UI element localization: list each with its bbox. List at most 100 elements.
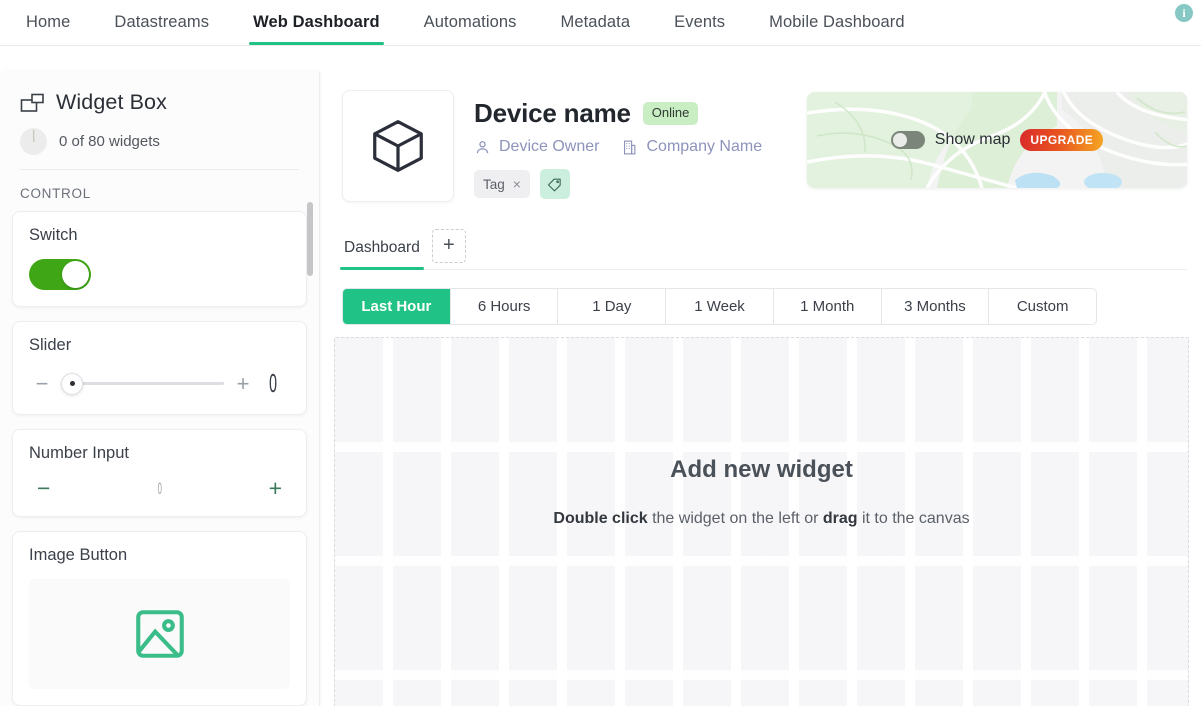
range-custom[interactable]: Custom — [989, 289, 1096, 324]
widget-card-slider[interactable]: Slider − + 0 — [12, 321, 307, 415]
upgrade-button[interactable]: UPGRADE — [1020, 129, 1104, 151]
nav-label: Mobile Dashboard — [769, 12, 905, 31]
info-glyph: i — [1182, 5, 1186, 20]
device-header: Device name Online Device Owner Company … — [322, 46, 1201, 202]
device-meta: Device Owner Company Name — [474, 138, 787, 156]
map-overlay: Show map UPGRADE — [807, 92, 1187, 188]
widget-box-title-row: Widget Box — [20, 90, 299, 115]
widget-label: Switch — [29, 226, 78, 244]
range-1-week[interactable]: 1 Week — [666, 289, 774, 324]
toggle-knob — [892, 133, 907, 147]
slider-track-wrap[interactable] — [61, 372, 224, 396]
nav-label: Automations — [423, 12, 517, 31]
widget-box-icon — [20, 92, 46, 114]
canvas-sub-strong-1: Double click — [553, 510, 648, 527]
widget-card-number-input[interactable]: Number Input − 0 + — [12, 429, 307, 517]
number-increment-button[interactable]: + — [269, 477, 282, 500]
widget-list: Switch Slider − + 0 Number Input − 0 + I… — [0, 211, 319, 706]
widget-label: Image Button — [29, 546, 128, 564]
canvas-title: Add new widget — [670, 456, 853, 483]
widget-box-sidebar: Widget Box 0 of 80 widgets CONTROL Switc… — [0, 72, 320, 706]
main-content: Device name Online Device Owner Company … — [322, 46, 1201, 706]
nav-item-home[interactable]: Home — [4, 0, 92, 44]
show-map-label: Show map — [934, 131, 1011, 148]
tag-chip-label: Tag — [483, 176, 505, 192]
building-icon — [621, 139, 638, 156]
widget-usage-donut — [20, 128, 47, 155]
app-root: Home Datastreams Web Dashboard Automatio… — [0, 0, 1201, 706]
top-navigation: Home Datastreams Web Dashboard Automatio… — [0, 0, 1201, 46]
widget-canvas[interactable]: Add new widget Double click the widget o… — [334, 337, 1189, 706]
widget-count-row: 0 of 80 widgets — [20, 128, 299, 155]
device-info: Device name Online Device Owner Company … — [474, 90, 787, 199]
widget-card-image-button[interactable]: Image Button — [12, 531, 307, 706]
add-dashboard-tab-button[interactable]: + — [431, 228, 466, 263]
person-icon — [474, 139, 491, 156]
range-last-hour[interactable]: Last Hour — [343, 289, 451, 324]
dashboard-tabs: Dashboard + — [340, 228, 1187, 270]
nav-label: Web Dashboard — [253, 12, 380, 31]
nav-label: Home — [26, 12, 71, 31]
tab-dashboard[interactable]: Dashboard — [340, 239, 424, 270]
cube-icon — [367, 115, 429, 177]
canvas-empty-state: Add new widget Double click the widget o… — [335, 456, 1188, 532]
device-thumbnail[interactable] — [342, 90, 454, 202]
nav-item-mobile-dashboard[interactable]: Mobile Dashboard — [747, 0, 927, 44]
canvas-sub-mid-2: it to the canvas — [857, 510, 970, 527]
sidebar-scrollbar-thumb[interactable] — [307, 202, 313, 276]
nav-label: Metadata — [560, 12, 631, 31]
nav-item-events[interactable]: Events — [652, 0, 747, 44]
show-map-toggle[interactable] — [890, 131, 925, 149]
number-input-row: − 0 + — [29, 477, 290, 500]
slider-decrement-button[interactable]: − — [29, 372, 55, 395]
canvas-sub-strong-2: drag — [822, 510, 858, 527]
nav-items: Home Datastreams Web Dashboard Automatio… — [0, 0, 927, 45]
section-label-control: CONTROL — [20, 186, 91, 201]
page-title: Widget Box — [56, 90, 167, 114]
toggle-knob — [62, 261, 89, 288]
image-icon — [131, 605, 189, 663]
widget-label: Number Input — [29, 444, 129, 462]
widget-count-label: 0 of 80 widgets — [59, 133, 160, 150]
device-map-card[interactable]: Show map UPGRADE — [807, 92, 1187, 188]
slider-row: − + 0 — [29, 369, 290, 398]
device-owner[interactable]: Device Owner — [474, 138, 599, 156]
tag-icon — [546, 176, 563, 193]
slider-increment-button[interactable]: + — [230, 372, 256, 395]
nav-item-datastreams[interactable]: Datastreams — [92, 0, 231, 44]
device-company-label: Company Name — [646, 138, 763, 155]
slider-value: 0 — [268, 369, 278, 398]
add-tag-button[interactable] — [539, 169, 570, 199]
image-button-preview[interactable] — [29, 579, 290, 689]
range-3-months[interactable]: 3 Months — [882, 289, 990, 324]
device-company[interactable]: Company Name — [621, 138, 762, 156]
nav-label: Datastreams — [114, 12, 210, 31]
time-range-selector: Last Hour 6 Hours 1 Day 1 Week 1 Month 3… — [342, 288, 1097, 325]
status-badge: Online — [642, 102, 699, 125]
info-icon[interactable]: i — [1175, 4, 1193, 22]
nav-item-automations[interactable]: Automations — [402, 0, 539, 44]
number-input-value[interactable]: 0 — [157, 479, 161, 499]
number-decrement-button[interactable]: − — [37, 477, 50, 500]
widget-box-header: Widget Box 0 of 80 widgets — [0, 72, 319, 170]
device-title-row: Device name Online — [474, 98, 787, 129]
canvas-subtitle: Double click the widget on the left or d… — [552, 506, 972, 532]
switch-toggle[interactable] — [29, 259, 91, 290]
canvas-sub-mid-1: the widget on the left or — [647, 510, 823, 527]
range-1-month[interactable]: 1 Month — [774, 289, 882, 324]
range-6-hours[interactable]: 6 Hours — [451, 289, 559, 324]
nav-label: Events — [674, 12, 726, 31]
nav-item-metadata[interactable]: Metadata — [539, 0, 653, 44]
widget-card-switch[interactable]: Switch — [12, 211, 307, 307]
nav-item-web-dashboard[interactable]: Web Dashboard — [231, 0, 402, 45]
device-tags: Tag × — [474, 169, 787, 199]
slider-track[interactable] — [61, 382, 224, 385]
close-icon[interactable]: × — [513, 176, 521, 192]
page-body: Widget Box 0 of 80 widgets CONTROL Switc… — [0, 46, 1201, 706]
tag-chip[interactable]: Tag × — [474, 170, 530, 198]
device-name: Device name — [474, 98, 631, 128]
device-owner-label: Device Owner — [499, 138, 600, 155]
widget-label: Slider — [29, 336, 72, 354]
range-1-day[interactable]: 1 Day — [558, 289, 667, 324]
slider-thumb[interactable] — [61, 372, 83, 395]
